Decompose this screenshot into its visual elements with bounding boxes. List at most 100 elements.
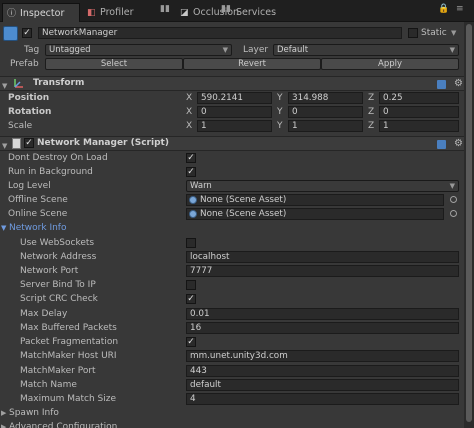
- position-y-label[interactable]: Y: [277, 91, 283, 105]
- network-address-label: Network Address: [20, 252, 97, 262]
- scale-label: Scale: [8, 121, 33, 131]
- static-checkbox[interactable]: [408, 28, 418, 38]
- lock-icon[interactable]: 🔒: [438, 4, 449, 14]
- static-dropdown-icon[interactable]: ▼: [451, 26, 456, 40]
- object-picker-icon[interactable]: [450, 196, 457, 203]
- prefab-apply-button[interactable]: Apply: [321, 58, 459, 70]
- max-delay-field[interactable]: 0.01: [186, 308, 459, 320]
- rotation-x-field[interactable]: 0: [197, 106, 272, 118]
- server-bind-checkbox[interactable]: [186, 280, 196, 290]
- network-port-row: Network Port 7777: [0, 264, 474, 278]
- offline-scene-field[interactable]: None (Scene Asset): [186, 194, 444, 206]
- position-row: Position X 590.2141 Y 314.988 Z 0.25: [0, 91, 474, 105]
- scrollbar-thumb[interactable]: [466, 24, 472, 422]
- component-enabled-checkbox[interactable]: ✓: [24, 138, 34, 148]
- transform-header[interactable]: ▼ Transform ⚙: [0, 76, 474, 91]
- match-name-label: Match Name: [20, 380, 77, 390]
- network-manager-header[interactable]: ▼ ✓ Network Manager (Script) ⚙: [0, 136, 474, 151]
- network-address-field[interactable]: localhost: [186, 251, 459, 263]
- position-y-field[interactable]: 314.988: [288, 92, 363, 104]
- script-crc-checkbox[interactable]: ✓: [186, 294, 196, 304]
- spawn-info-foldout[interactable]: ▶ Spawn Info: [0, 406, 474, 420]
- script-crc-row: Script CRC Check ✓: [0, 292, 474, 306]
- match-name-field[interactable]: default: [186, 379, 459, 391]
- rotation-z-field[interactable]: 0: [379, 106, 459, 118]
- gameobject-header: ✓ NetworkManager Static ▼: [0, 25, 474, 43]
- script-icon: [12, 138, 21, 149]
- use-websockets-checkbox[interactable]: [186, 238, 196, 248]
- tab-services[interactable]: Services: [232, 3, 302, 22]
- position-x-field[interactable]: 590.2141: [197, 92, 272, 104]
- advanced-config-foldout[interactable]: ▶ Advanced Configuration: [0, 420, 474, 428]
- window-menu-icon[interactable]: ≡: [456, 4, 464, 14]
- scale-y-field[interactable]: 1: [288, 120, 363, 132]
- max-match-size-row: Maximum Match Size 4: [0, 392, 474, 406]
- inspector-scrollbar[interactable]: [464, 22, 474, 428]
- online-scene-row: Online Scene None (Scene Asset): [0, 207, 474, 221]
- help-icon[interactable]: [437, 80, 446, 89]
- tab-menu-icon[interactable]: ▮▮: [160, 4, 170, 14]
- prefab-revert-button[interactable]: Revert: [183, 58, 321, 70]
- dont-destroy-label: Dont Destroy On Load: [8, 153, 108, 163]
- run-bg-label: Run in Background: [8, 167, 93, 177]
- network-port-field[interactable]: 7777: [186, 265, 459, 277]
- run-bg-checkbox[interactable]: ✓: [186, 167, 196, 177]
- tab-profiler[interactable]: ◧ Profiler: [83, 3, 153, 22]
- tab-profiler-label: Profiler: [100, 7, 134, 18]
- max-buffered-label: Max Buffered Packets: [20, 323, 117, 333]
- scale-x-field[interactable]: 1: [197, 120, 272, 132]
- script-crc-label: Script CRC Check: [20, 294, 98, 304]
- network-info-foldout[interactable]: ▼ Network Info: [0, 221, 474, 235]
- help-icon[interactable]: [437, 140, 446, 149]
- log-level-dropdown[interactable]: Warn ▼: [186, 180, 459, 192]
- packet-frag-label: Packet Fragmentation: [20, 337, 119, 347]
- position-z-label[interactable]: Z: [368, 91, 374, 105]
- run-bg-row: Run in Background ✓: [0, 165, 474, 179]
- packet-frag-checkbox[interactable]: ✓: [186, 337, 196, 347]
- mm-port-field[interactable]: 443: [186, 365, 459, 377]
- prefab-select-button[interactable]: Select: [45, 58, 183, 70]
- gameobject-name-field[interactable]: NetworkManager: [38, 27, 402, 39]
- scale-z-label[interactable]: Z: [368, 119, 374, 133]
- mm-host-field[interactable]: mm.unet.unity3d.com: [186, 350, 459, 362]
- scale-z-field[interactable]: 1: [379, 120, 459, 132]
- tab-menu-icon-2[interactable]: ▮▮: [221, 4, 231, 14]
- rotation-y-label[interactable]: Y: [277, 105, 283, 119]
- layer-dropdown[interactable]: Default ▼: [273, 44, 459, 56]
- layer-value: Default: [277, 45, 309, 55]
- object-picker-icon[interactable]: [450, 210, 457, 217]
- gameobject-cube-icon: [3, 26, 18, 41]
- gear-icon[interactable]: ⚙: [454, 137, 463, 150]
- foldout-expanded-icon[interactable]: ▼: [1, 221, 6, 235]
- active-checkbox[interactable]: ✓: [22, 28, 32, 38]
- tag-value: Untagged: [49, 45, 91, 55]
- gear-icon[interactable]: ⚙: [454, 77, 463, 90]
- network-info-label: Network Info: [9, 223, 67, 233]
- max-match-size-field[interactable]: 4: [186, 393, 459, 405]
- scale-y-label[interactable]: Y: [277, 119, 283, 133]
- position-label: Position: [8, 93, 50, 103]
- scale-x-label[interactable]: X: [186, 119, 192, 133]
- tab-inspector-label: Inspector: [20, 8, 65, 19]
- profiler-icon: ◧: [87, 8, 96, 18]
- rotation-x-label[interactable]: X: [186, 105, 192, 119]
- layer-label: Layer: [243, 45, 269, 55]
- tag-label: Tag: [24, 45, 40, 55]
- position-z-field[interactable]: 0.25: [379, 92, 459, 104]
- offline-scene-value: None (Scene Asset): [200, 195, 287, 205]
- position-x-label[interactable]: X: [186, 91, 192, 105]
- mm-host-row: MatchMaker Host URI mm.unet.unity3d.com: [0, 349, 474, 363]
- foldout-collapsed-icon[interactable]: ▶: [1, 420, 6, 428]
- foldout-collapsed-icon[interactable]: ▶: [1, 406, 6, 420]
- tag-dropdown[interactable]: Untagged ▼: [45, 44, 232, 56]
- rotation-z-label[interactable]: Z: [368, 105, 374, 119]
- tab-inspector[interactable]: ⓘ Inspector: [2, 3, 80, 22]
- dont-destroy-checkbox[interactable]: ✓: [186, 153, 196, 163]
- chevron-down-icon: ▼: [449, 182, 455, 190]
- max-buffered-field[interactable]: 16: [186, 322, 459, 334]
- prefab-row: Prefab Select Revert Apply: [0, 57, 474, 71]
- tab-bar: ⓘ Inspector ◧ Profiler ▮▮ ◪ Occlusion ▮▮…: [0, 0, 474, 22]
- packet-frag-row: Packet Fragmentation ✓: [0, 335, 474, 349]
- online-scene-field[interactable]: None (Scene Asset): [186, 208, 444, 220]
- rotation-y-field[interactable]: 0: [288, 106, 363, 118]
